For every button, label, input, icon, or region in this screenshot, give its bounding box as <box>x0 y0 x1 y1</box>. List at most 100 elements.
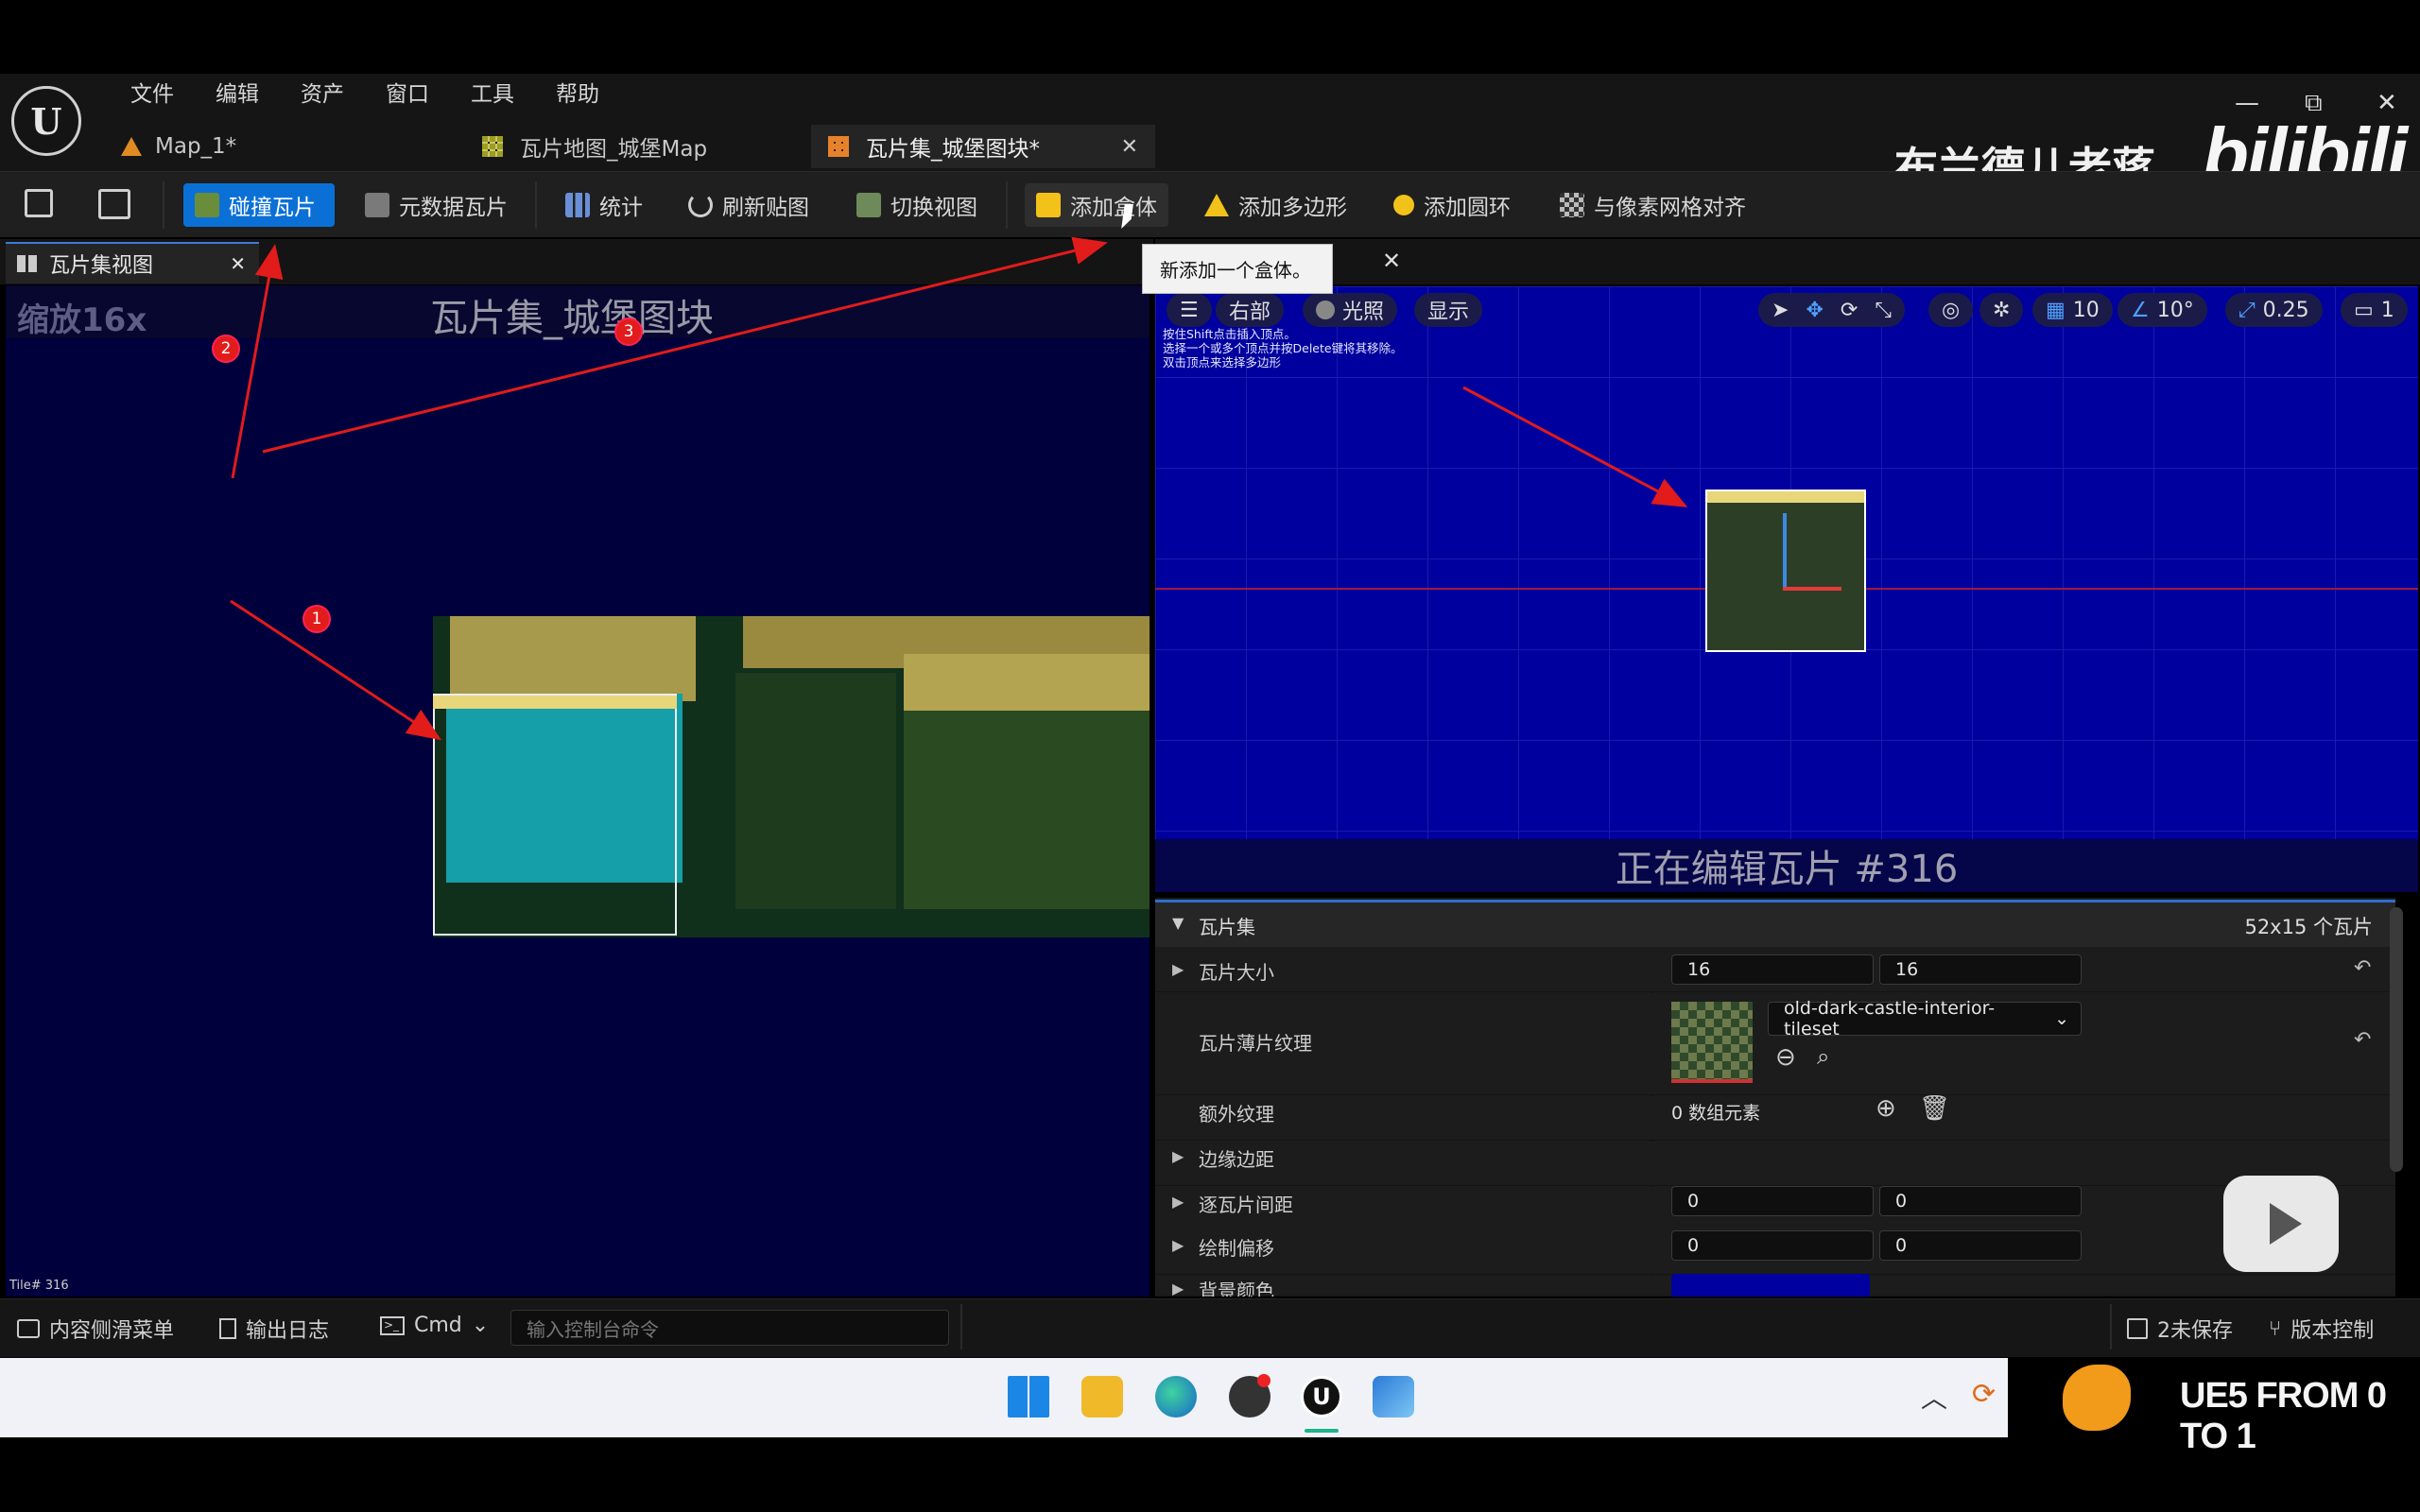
delete-icon[interactable]: 🗑 <box>1919 1094 1950 1123</box>
stats-button[interactable]: 统计 <box>554 183 654 227</box>
lighting-icon <box>1316 301 1335 319</box>
draw-offset-y-field[interactable]: 0 <box>1879 1230 2082 1261</box>
close-icon[interactable]: ✕ <box>230 252 246 275</box>
unsaved-button[interactable]: 2未保存 <box>2127 1314 2233 1344</box>
terminal-icon: >_ <box>380 1315 405 1335</box>
sync-icon[interactable]: ⟳ <box>1972 1378 1996 1411</box>
tile-number-label: Tile# 316 <box>9 1279 69 1293</box>
edge-browser-icon[interactable] <box>1155 1376 1197 1418</box>
chevron-right-icon[interactable]: ▶ <box>1172 1280 1184 1297</box>
scale-icon[interactable]: ⤡ <box>1875 299 1892 322</box>
tile-top-left <box>450 616 696 701</box>
angle-snap-control[interactable]: ∠ 10° <box>2118 293 2207 327</box>
world-local-toggle[interactable]: ◎ <box>1928 293 1974 327</box>
menu-assets[interactable]: 资产 <box>280 79 365 110</box>
output-log-button[interactable]: 输出日志 <box>219 1314 329 1344</box>
close-icon[interactable]: ✕ <box>1121 135 1138 159</box>
rotate-icon[interactable]: ⟳ <box>1841 299 1858 322</box>
tab-map[interactable]: Map_1* <box>104 125 463 168</box>
spacing-y-field[interactable]: 0 <box>1879 1186 2082 1216</box>
tile-size-x-field[interactable]: 16 <box>1671 954 1874 985</box>
close-icon[interactable]: ✕ <box>1382 248 1401 274</box>
cmd-selector[interactable]: >_ Cmd ⌄ <box>380 1314 489 1337</box>
console-command-input[interactable]: 输入控制台命令 <box>510 1310 949 1346</box>
snap-pixel-grid-button[interactable]: 与像素网格对齐 <box>1548 183 1757 227</box>
chevron-up-icon[interactable]: ︿ <box>1921 1378 1947 1416</box>
menu-edit[interactable]: 编辑 <box>195 79 280 110</box>
angle-snap-value: 10° <box>2156 298 2194 322</box>
collision-tile-button[interactable]: 碰撞瓦片 <box>183 183 335 227</box>
grid-snap-control[interactable]: ▦ 10 <box>2032 293 2113 327</box>
toggle-view-icon <box>856 193 881 217</box>
content-drawer-label: 内容侧滑菜单 <box>49 1319 175 1343</box>
lighting-button[interactable]: 光照 <box>1303 293 1398 327</box>
details-section-header[interactable]: ▼ 瓦片集 52x15 个瓦片 <box>1155 900 2395 947</box>
windows-taskbar <box>0 1358 2008 1437</box>
active-app-indicator <box>1305 1429 1339 1433</box>
browse-folder-icon[interactable]: ⌕ <box>1817 1043 1829 1070</box>
add-box-button[interactable]: 添加盒体 <box>1025 183 1168 227</box>
refresh-texture-label: 刷新贴图 <box>722 196 809 220</box>
menu-help[interactable]: 帮助 <box>535 79 620 110</box>
show-button[interactable]: 显示 <box>1414 293 1483 327</box>
photos-icon[interactable] <box>1373 1376 1414 1418</box>
select-icon[interactable]: ➤ <box>1772 299 1789 322</box>
tile-right <box>904 711 1150 909</box>
scale-snap-control[interactable]: ⤢ 0.25 <box>2225 293 2323 327</box>
texture-asset-dropdown[interactable]: old-dark-castle-interior-tileset ⌄ <box>1768 998 2082 1040</box>
menu-window[interactable]: 窗口 <box>365 79 450 110</box>
cmd-label: Cmd <box>414 1314 462 1337</box>
tile-middle <box>735 673 896 909</box>
menu-file[interactable]: 文件 <box>110 79 195 110</box>
content-drawer-button[interactable]: 内容侧滑菜单 <box>17 1314 174 1344</box>
metadata-tile-button[interactable]: 元数据瓦片 <box>354 183 519 227</box>
translate-icon[interactable]: ✥ <box>1806 299 1823 322</box>
tile-size-y-field[interactable]: 16 <box>1879 954 2082 985</box>
file-explorer-icon[interactable] <box>1081 1376 1123 1418</box>
hint-line: 按住Shift点击插入顶点。 <box>1163 327 1296 341</box>
tile-editor-viewport[interactable] <box>1155 286 2418 891</box>
reset-icon[interactable]: ↶ <box>2354 1028 2371 1052</box>
grid-icon <box>17 255 38 272</box>
use-selected-icon[interactable]: ⊖ <box>1775 1043 1796 1072</box>
viewport-menu-button[interactable]: ☰ <box>1167 293 1212 327</box>
grid-snap-value: 10 <box>2072 298 2100 322</box>
toggle-view-button[interactable]: 切换视图 <box>845 183 989 227</box>
tab-label: 瓦片地图_城堡Map <box>520 137 708 162</box>
view-mode-button[interactable]: 右部 <box>1216 293 1285 327</box>
tab-tilemap[interactable]: 瓦片地图_城堡Map <box>465 125 807 168</box>
output-log-icon <box>219 1318 236 1339</box>
tab-tileset[interactable]: 瓦片集_城堡图块* ✕ <box>811 125 1155 168</box>
chevron-right-icon[interactable]: ▶ <box>1172 960 1184 978</box>
texture-thumbnail[interactable] <box>1671 1002 1753 1083</box>
unreal-logo-icon[interactable]: U <box>11 86 81 156</box>
gizmo-y-axis <box>1783 513 1787 591</box>
source-control-button[interactable]: ⑂ 版本控制 <box>2269 1314 2374 1344</box>
metadata-tile-label: 元数据瓦片 <box>399 196 508 220</box>
add-box-icon <box>1036 193 1061 217</box>
background-color-swatch[interactable] <box>1671 1274 1870 1297</box>
camera-speed-control[interactable]: ▭ 1 <box>2341 293 2408 327</box>
draw-offset-x-field[interactable]: 0 <box>1671 1230 1874 1261</box>
surface-snap-toggle[interactable]: ✲ <box>1979 293 2024 327</box>
reset-icon[interactable]: ↶ <box>2354 956 2371 980</box>
chevron-right-icon[interactable]: ▶ <box>1172 1193 1184 1211</box>
refresh-texture-button[interactable]: 刷新贴图 <box>677 183 821 227</box>
save-icon[interactable] <box>25 189 53 217</box>
tab-tileset-view[interactable]: 瓦片集视图 ✕ <box>6 242 259 284</box>
menu-bar: 文件 编辑 资产 窗口 工具 帮助 <box>110 79 620 110</box>
statusbar-separator <box>2110 1304 2112 1349</box>
add-circle-button[interactable]: 添加圆环 <box>1382 183 1522 227</box>
details-scrollbar[interactable] <box>2390 907 2403 1172</box>
chevron-right-icon[interactable]: ▶ <box>1172 1147 1184 1165</box>
spacing-x-field[interactable]: 0 <box>1671 1186 1874 1216</box>
chevron-right-icon[interactable]: ▶ <box>1172 1236 1184 1254</box>
browse-asset-icon[interactable] <box>98 189 130 219</box>
add-element-icon[interactable]: ⊕ <box>1876 1094 1896 1123</box>
windows-start-icon[interactable] <box>1008 1376 1049 1418</box>
menu-tools[interactable]: 工具 <box>450 79 535 110</box>
tileset-view-canvas[interactable] <box>6 285 1150 1297</box>
scale-snap-icon: ⤢ <box>2238 298 2256 322</box>
add-polygon-button[interactable]: 添加多边形 <box>1193 183 1358 227</box>
unreal-engine-taskbar-icon[interactable]: U <box>1301 1376 1342 1418</box>
